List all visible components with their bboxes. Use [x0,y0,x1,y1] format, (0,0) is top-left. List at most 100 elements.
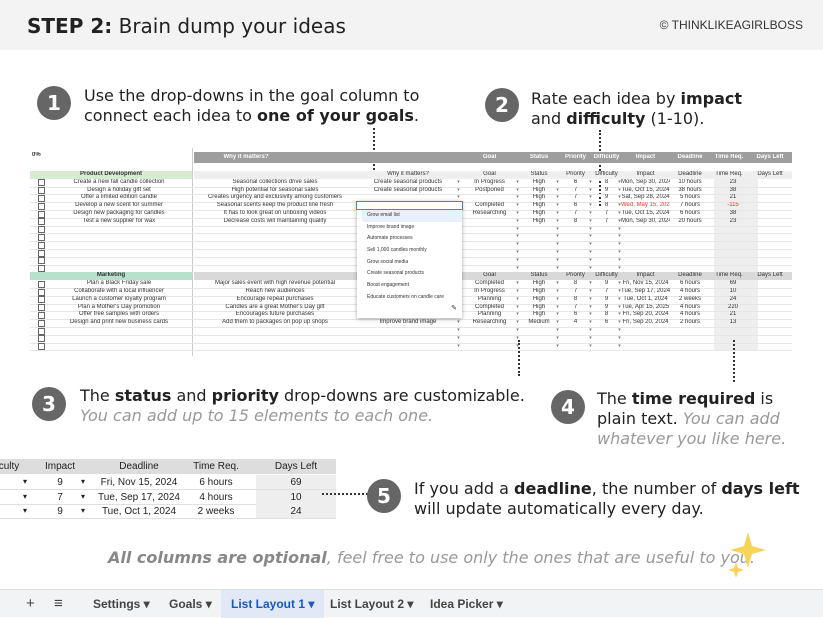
dropdown-arrow-icon[interactable]: ▾ [515,257,520,265]
row-checkbox[interactable] [38,280,45,288]
dropdown-arrow-icon[interactable]: ▾ [20,475,30,489]
dropdown-arrow-icon[interactable]: ▾ [555,194,560,202]
dropdown-arrow-icon[interactable]: ▾ [555,257,560,265]
dropdown-arrow-icon[interactable]: ▾ [588,233,593,241]
dropdown-arrow-icon[interactable]: ▾ [588,296,593,304]
dropdown-arrow-icon[interactable]: ▾ [515,202,520,210]
row-checkbox[interactable] [38,265,45,273]
dropdown-arrow-icon[interactable]: ▾ [555,187,560,195]
dropdown-arrow-icon[interactable]: ▾ [555,233,560,241]
dropdown-arrow-icon[interactable]: ▾ [588,335,593,343]
row-checkbox[interactable] [38,304,45,312]
tab-list-layout-1[interactable]: List Layout 1 ▾ [221,590,325,618]
dropdown-arrow-icon[interactable]: ▾ [555,210,560,218]
dropdown-option[interactable]: Sell 1,000 candles monthly [362,245,462,257]
row-checkbox[interactable] [38,311,45,319]
row-checkbox[interactable] [38,288,45,296]
dropdown-arrow-icon[interactable]: ▾ [515,304,520,312]
dropdown-arrow-icon[interactable]: ▾ [617,288,622,296]
dropdown-arrow-icon[interactable]: ▾ [515,226,520,234]
row-checkbox[interactable] [38,327,45,335]
dropdown-arrow-icon[interactable]: ▾ [515,288,520,296]
dropdown-arrow-icon[interactable]: ▾ [555,288,560,296]
row-checkbox[interactable] [38,233,45,241]
dropdown-arrow-icon[interactable]: ▾ [515,265,520,273]
dropdown-arrow-icon[interactable]: ▾ [588,327,593,335]
add-sheet-button[interactable]: + [26,590,35,618]
dropdown-arrow-icon[interactable]: ▾ [588,249,593,257]
dropdown-arrow-icon[interactable]: ▾ [588,194,593,202]
all-sheets-menu-button[interactable]: ≡ [54,590,63,618]
dropdown-arrow-icon[interactable]: ▾ [515,280,520,288]
row-checkbox[interactable] [38,218,45,226]
tab-list-layout-2[interactable]: List Layout 2 ▾ [330,590,413,618]
row-checkbox[interactable] [38,335,45,343]
dropdown-arrow-icon[interactable]: ▾ [456,327,461,335]
dropdown-arrow-icon[interactable]: ▾ [617,265,622,273]
dropdown-arrow-icon[interactable]: ▾ [515,249,520,257]
dropdown-arrow-icon[interactable]: ▾ [456,319,461,327]
dropdown-arrow-icon[interactable]: ▾ [588,319,593,327]
dropdown-arrow-icon[interactable]: ▾ [456,179,461,187]
dropdown-arrow-icon[interactable]: ▾ [555,249,560,257]
dropdown-arrow-icon[interactable]: ▾ [588,210,593,218]
dropdown-option[interactable]: Improve brand image [362,222,462,234]
row-checkbox[interactable] [38,249,45,257]
dropdown-arrow-icon[interactable]: ▾ [617,226,622,234]
dropdown-arrow-icon[interactable]: ▾ [555,179,560,187]
dropdown-arrow-icon[interactable]: ▾ [617,179,622,187]
dropdown-arrow-icon[interactable]: ▾ [617,202,622,210]
dropdown-arrow-icon[interactable]: ▾ [555,218,560,226]
dropdown-arrow-icon[interactable]: ▾ [588,343,593,351]
dropdown-arrow-icon[interactable]: ▾ [555,241,560,249]
dropdown-arrow-icon[interactable]: ▾ [617,319,622,327]
dropdown-arrow-icon[interactable]: ▾ [515,210,520,218]
dropdown-arrow-icon[interactable]: ▾ [588,226,593,234]
dropdown-arrow-icon[interactable]: ▾ [588,311,593,319]
tab-settings[interactable]: Settings ▾ [93,590,150,618]
dropdown-arrow-icon[interactable]: ▾ [588,241,593,249]
dropdown-arrow-icon[interactable]: ▾ [617,194,622,202]
dropdown-arrow-icon[interactable]: ▾ [617,280,622,288]
dropdown-arrow-icon[interactable]: ▾ [555,304,560,312]
dropdown-arrow-icon[interactable]: ▾ [20,504,30,518]
tab-goals[interactable]: Goals ▾ [169,590,212,618]
dropdown-arrow-icon[interactable]: ▾ [617,327,622,335]
dropdown-arrow-icon[interactable]: ▾ [515,194,520,202]
dropdown-arrow-icon[interactable]: ▾ [515,319,520,327]
row-checkbox[interactable] [38,296,45,304]
dropdown-arrow-icon[interactable]: ▾ [588,257,593,265]
dropdown-arrow-icon[interactable]: ▾ [515,218,520,226]
dropdown-arrow-icon[interactable]: ▾ [555,335,560,343]
dropdown-arrow-icon[interactable]: ▾ [617,187,622,195]
dropdown-arrow-icon[interactable]: ▾ [555,226,560,234]
dropdown-arrow-icon[interactable]: ▾ [20,490,30,504]
dropdown-arrow-icon[interactable]: ▾ [617,249,622,257]
dropdown-arrow-icon[interactable]: ▾ [588,280,593,288]
dropdown-arrow-icon[interactable]: ▾ [515,296,520,304]
dropdown-arrow-icon[interactable]: ▾ [515,327,520,335]
dropdown-arrow-icon[interactable]: ▾ [456,343,461,351]
edit-icon[interactable]: ✎ [446,303,457,315]
dropdown-arrow-icon[interactable]: ▾ [588,187,593,195]
row-checkbox[interactable] [38,194,45,202]
dropdown-arrow-icon[interactable]: ▾ [456,335,461,343]
dropdown-arrow-icon[interactable]: ▾ [555,280,560,288]
dropdown-arrow-icon[interactable]: ▾ [588,202,593,210]
dropdown-arrow-icon[interactable]: ▾ [515,179,520,187]
dropdown-arrow-icon[interactable]: ▾ [617,218,622,226]
dropdown-option[interactable]: Create seasonal products [362,268,462,280]
row-checkbox[interactable] [38,319,45,327]
dropdown-arrow-icon[interactable]: ▾ [617,233,622,241]
dropdown-arrow-icon[interactable]: ▾ [588,218,593,226]
dropdown-arrow-icon[interactable]: ▾ [588,265,593,273]
dropdown-option[interactable]: Boost engagement [362,280,462,292]
dropdown-arrow-icon[interactable]: ▾ [515,187,520,195]
dropdown-arrow-icon[interactable]: ▾ [617,296,622,304]
tab-idea-picker[interactable]: Idea Picker ▾ [430,590,503,618]
dropdown-option[interactable]: Automate processes [362,233,462,245]
row-checkbox[interactable] [38,226,45,234]
dropdown-option[interactable]: Educate customers on candle care [362,292,462,304]
row-checkbox[interactable] [38,210,45,218]
dropdown-arrow-icon[interactable]: ▾ [555,265,560,273]
